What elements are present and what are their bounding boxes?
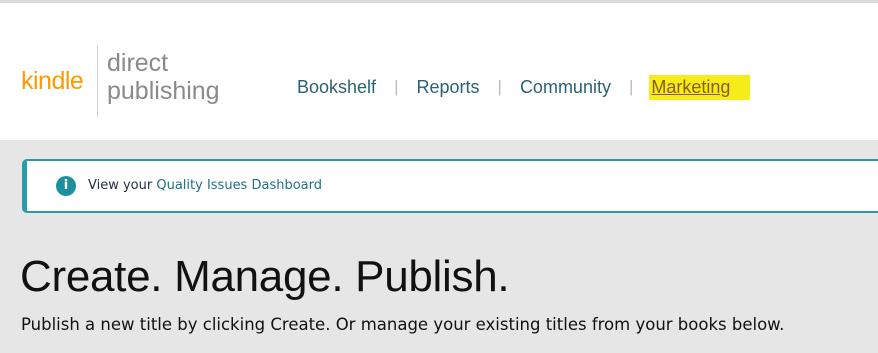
nav-community[interactable]: Community <box>520 77 611 98</box>
logo-direct-text: direct <box>107 49 169 77</box>
nav-separator: | <box>628 77 634 96</box>
main-nav: Bookshelf | Reports | Community | Market… <box>297 74 751 100</box>
nav-separator: | <box>394 77 399 96</box>
quality-issues-notice: i View your Quality Issues Dashboard <box>22 159 878 213</box>
nav-marketing[interactable]: Marketing <box>649 74 751 100</box>
page-subtitle: Publish a new title by clicking Create. … <box>21 315 785 334</box>
notice-text: View your Quality Issues Dashboard <box>88 178 322 193</box>
quality-issues-dashboard-link[interactable]: Quality Issues Dashboard <box>156 178 322 193</box>
page-title: Create. Manage. Publish. <box>20 252 510 301</box>
logo-kindle-text: kindle <box>21 67 84 95</box>
logo-divider <box>97 45 98 117</box>
nav-bookshelf[interactable]: Bookshelf <box>297 77 376 98</box>
nav-reports[interactable]: Reports <box>416 77 479 98</box>
notice-prefix: View your <box>88 178 153 193</box>
info-icon: i <box>56 176 76 196</box>
site-header: kindle direct publishing Bookshelf | Rep… <box>0 3 878 140</box>
nav-separator: | <box>497 77 502 96</box>
logo-publishing-text: publishing <box>107 77 220 105</box>
